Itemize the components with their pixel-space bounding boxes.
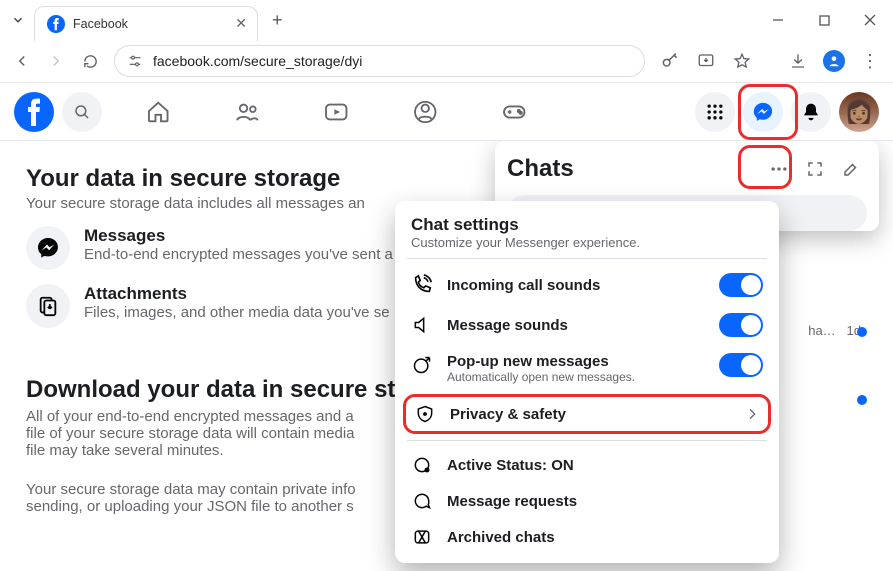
unread-dot-icon (857, 395, 867, 405)
toggle-on[interactable] (719, 313, 763, 337)
chevron-right-icon (744, 406, 760, 422)
messenger-row-icon (26, 226, 70, 270)
browser-reload-button[interactable] (76, 47, 104, 75)
setting-label: Active Status: ON (447, 457, 763, 474)
chats-title: Chats (507, 155, 759, 183)
account-avatar[interactable]: 👩🏽 (839, 92, 879, 132)
window-minimize-button[interactable] (755, 0, 801, 40)
setting-incoming-call-sounds[interactable]: Incoming call sounds (411, 265, 763, 305)
setting-label: Incoming call sounds (447, 277, 705, 294)
divider (407, 440, 767, 441)
chats-panel: Chats ha… 1d Chat settings Customize you… (495, 141, 879, 231)
tab-title: Facebook (73, 17, 128, 31)
chats-compose-button[interactable] (835, 153, 867, 185)
chats-expand-button[interactable] (799, 153, 831, 185)
tab-list-chevron-icon[interactable] (6, 13, 30, 27)
window-maximize-button[interactable] (801, 0, 847, 40)
site-settings-icon[interactable] (127, 53, 143, 69)
chrome-menu-button[interactable]: ⋮ (855, 46, 885, 76)
row-title: Messages (84, 226, 393, 246)
thread-preview-tail: ha… (808, 323, 835, 338)
window-close-button[interactable] (847, 0, 893, 40)
setting-desc: Automatically open new messages. (447, 370, 705, 384)
search-button[interactable] (62, 92, 102, 132)
speaker-icon (411, 315, 433, 335)
browser-forward-button (42, 47, 70, 75)
messenger-button[interactable] (743, 92, 783, 132)
settings-title: Chat settings (411, 215, 763, 235)
close-tab-icon[interactable]: ✕ (235, 15, 247, 32)
row-desc: Files, images, and other media data you'… (84, 304, 390, 321)
shield-icon (414, 404, 436, 424)
browser-tab[interactable]: Facebook ✕ (34, 6, 258, 41)
chat-settings-popover: Chat settings Customize your Messenger e… (395, 201, 779, 563)
setting-label: Message requests (447, 493, 763, 510)
nav-video[interactable] (294, 84, 379, 140)
setting-label: Privacy & safety (450, 406, 730, 423)
notifications-button[interactable] (791, 92, 831, 132)
chats-options-button[interactable] (763, 153, 795, 185)
facebook-logo-icon[interactable] (14, 92, 54, 132)
nav-friends[interactable] (205, 84, 290, 140)
setting-message-sounds[interactable]: Message sounds (411, 305, 763, 345)
setting-label: Pop-up new messages (447, 353, 705, 370)
setting-archived-chats[interactable]: Archived chats (411, 519, 763, 555)
settings-subtitle: Customize your Messenger experience. (411, 235, 763, 250)
setting-privacy-safety[interactable]: Privacy & safety (403, 394, 771, 434)
popup-icon (411, 355, 433, 375)
row-desc: End-to-end encrypted messages you've sen… (84, 246, 393, 263)
attachments-row-icon (26, 284, 70, 328)
facebook-favicon-icon (47, 15, 65, 33)
chat-bubble-icon (411, 491, 433, 511)
setting-popup-new-messages[interactable]: Pop-up new messages Automatically open n… (411, 345, 763, 392)
downloads-icon[interactable] (783, 46, 813, 76)
toggle-on[interactable] (719, 273, 763, 297)
setting-active-status[interactable]: Active Status: ON (411, 447, 763, 483)
toggle-on[interactable] (719, 353, 763, 377)
setting-message-requests[interactable]: Message requests (411, 483, 763, 519)
browser-back-button[interactable] (8, 47, 36, 75)
divider (407, 258, 767, 259)
status-ring-icon (411, 455, 433, 475)
archive-icon (411, 527, 433, 547)
unread-dot-icon (857, 327, 867, 337)
setting-label: Message sounds (447, 317, 705, 334)
row-title: Attachments (84, 284, 390, 304)
password-key-icon[interactable] (655, 46, 685, 76)
setting-label: Archived chats (447, 529, 763, 546)
bookmark-star-icon[interactable] (727, 46, 757, 76)
nav-marketplace[interactable] (383, 84, 468, 140)
chrome-profile-button[interactable] (819, 46, 849, 76)
phone-icon (411, 274, 433, 296)
address-bar[interactable]: facebook.com/secure_storage/dyi (114, 45, 645, 77)
menu-grid-button[interactable] (695, 92, 735, 132)
install-app-icon[interactable] (691, 46, 721, 76)
new-tab-button[interactable]: + (266, 10, 289, 31)
nav-home[interactable] (116, 84, 201, 140)
url-text: facebook.com/secure_storage/dyi (153, 53, 362, 69)
nav-gaming[interactable] (472, 84, 557, 140)
